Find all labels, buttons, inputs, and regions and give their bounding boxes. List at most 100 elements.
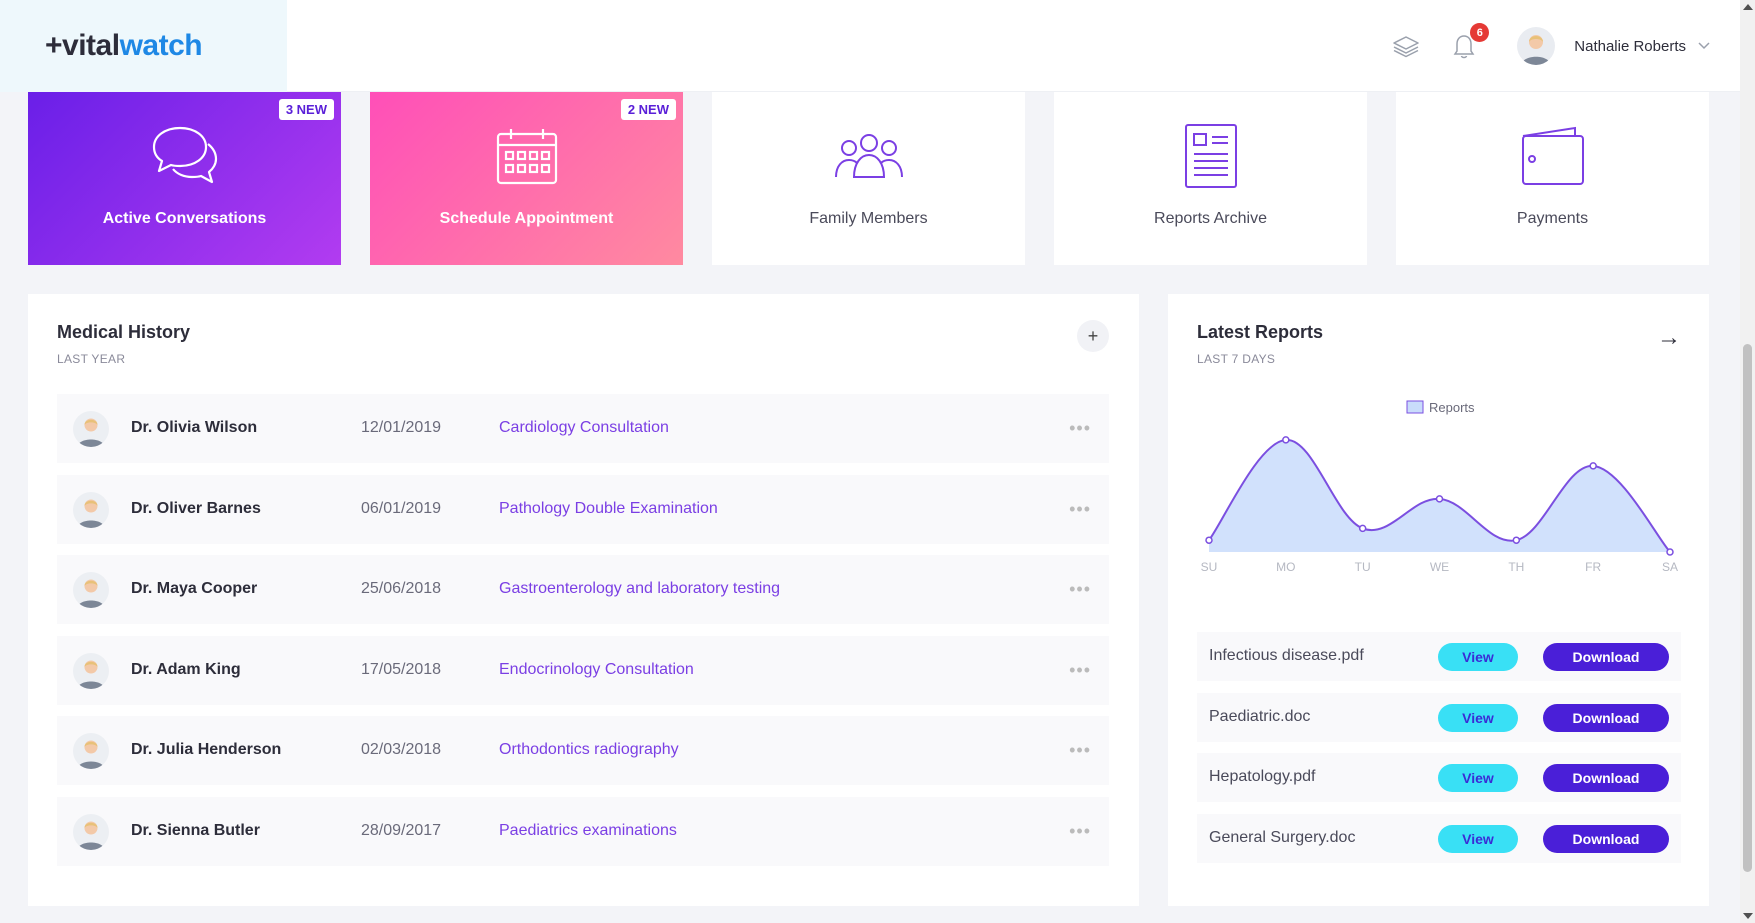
more-options-icon[interactable]: ••• (1069, 418, 1091, 439)
doctor-name: Dr. Maya Cooper (131, 580, 258, 597)
report-filename: Paediatric.doc (1209, 707, 1311, 725)
logo-watch: watch (119, 29, 203, 62)
history-row[interactable]: Dr. Sienna Butler 28/09/2017 Paediatrics e… (57, 796, 1109, 866)
tile-family-members[interactable]: Family Members (712, 92, 1025, 265)
view-button[interactable]: View (1438, 643, 1518, 671)
x-tick-label: TU (1355, 560, 1371, 574)
visit-description-link[interactable]: Paediatrics examinations (499, 822, 677, 840)
doctor-avatar (73, 491, 109, 528)
doctor-avatar (73, 572, 109, 608)
header-actions: 6 Nathalie Roberts (1391, 0, 1710, 92)
download-button[interactable]: Download (1543, 764, 1669, 792)
legend-swatch (1406, 400, 1424, 414)
logo-plus: + (45, 29, 63, 62)
doctor-avatar (73, 813, 109, 850)
scroll-thumb[interactable] (1743, 344, 1752, 872)
data-point-su[interactable] (1205, 536, 1213, 544)
visit-date: 12/01/2019 (361, 419, 442, 436)
data-point-fr[interactable] (1589, 462, 1597, 470)
data-point-th[interactable] (1512, 536, 1521, 544)
scroll-up-arrow[interactable] (1743, 4, 1753, 10)
history-row[interactable]: Dr. Olivia Wilson 12/01/2019 Cardiology Co… (57, 394, 1109, 463)
reports-chart: Reports SU MO TU WE TH FR SA (1197, 392, 1682, 574)
history-row[interactable]: Dr. Maya Cooper 25/06/2018 Gastroenterolog… (57, 555, 1109, 624)
logo-vital: vital (62, 29, 120, 62)
logo-area[interactable]: +vitalwatch (0, 0, 287, 92)
visit-description-link[interactable]: Endocrinology Consultation (499, 661, 694, 679)
report-filename: Infectious disease.pdf (1209, 647, 1364, 664)
scroll-down-arrow[interactable] (1743, 913, 1753, 919)
card-title: Latest Reports (1197, 322, 1324, 342)
users-group-icon (834, 123, 904, 189)
view-button[interactable]: View (1438, 764, 1518, 792)
card-title: Medical History (57, 322, 191, 342)
view-button[interactable]: View (1438, 703, 1518, 732)
visit-date: 28/09/2017 (361, 821, 442, 839)
data-point-tu[interactable] (1358, 524, 1367, 533)
bell-icon[interactable]: 6 (1449, 23, 1490, 61)
history-row[interactable]: Dr. Oliver Barnes 06/01/2019 Pathology Dou… (57, 474, 1109, 544)
calendar-icon (495, 123, 559, 189)
medical-history-card: Medical History LAST YEAR + Dr. Olivia W… (28, 294, 1139, 906)
doctor-name: Dr. Oliver Barnes (131, 499, 261, 517)
document-icon (1184, 123, 1238, 189)
x-tick-label: SU (1201, 560, 1218, 574)
report-row: Hepatology.pdf View Download (1197, 753, 1681, 802)
doctor-name: Dr. Julia Henderson (131, 741, 282, 758)
top-header: +vitalwatch 6 Nathalie Roberts (0, 0, 1740, 92)
doctor-avatar (73, 733, 109, 769)
download-button[interactable]: Download (1543, 703, 1669, 732)
tile-reports-archive[interactable]: Reports Archive (1054, 92, 1367, 265)
data-point-sa[interactable] (1666, 548, 1674, 556)
more-options-icon[interactable]: ••• (1069, 579, 1091, 600)
x-tick-label: SA (1662, 560, 1678, 574)
visit-date: 17/05/2018 (361, 660, 442, 678)
data-point-we[interactable] (1435, 495, 1444, 503)
download-button[interactable]: Download (1543, 643, 1669, 671)
more-options-icon[interactable]: ••• (1069, 740, 1091, 761)
data-point-mo[interactable] (1282, 436, 1290, 444)
tile-payments[interactable]: Payments (1396, 92, 1709, 265)
doctor-avatar (73, 411, 109, 447)
x-tick-label: WE (1430, 560, 1449, 574)
tile-label: Active Conversations (102, 210, 267, 227)
notification-badge: 6 (1470, 23, 1490, 42)
doctor-avatar (73, 652, 109, 689)
visit-date: 02/03/2018 (361, 741, 442, 758)
download-button[interactable]: Download (1543, 824, 1669, 853)
report-filename: Hepatology.pdf (1209, 768, 1316, 785)
tile-label: Reports Archive (1154, 210, 1267, 227)
more-options-icon[interactable]: ••• (1069, 660, 1091, 681)
x-tick-label: MO (1276, 560, 1295, 574)
visit-date: 25/06/2018 (361, 580, 442, 597)
user-avatar[interactable] (1517, 27, 1556, 65)
x-tick-label: TH (1508, 560, 1524, 574)
report-row: Infectious disease.pdf View Download (1197, 632, 1681, 681)
tile-label: Schedule Appointment (439, 210, 614, 227)
arrow-right-icon[interactable]: → (1657, 324, 1681, 352)
visit-description-link[interactable]: Cardiology Consultation (499, 419, 669, 437)
tile-schedule-appointment[interactable]: 2 NEW Schedule Appointment (370, 92, 683, 265)
tile-active-conversations[interactable]: 3 NEW Active Conversations (28, 92, 341, 265)
vitalwatch-logo[interactable]: +vitalwatch (45, 29, 203, 63)
history-row[interactable]: Dr. Julia Henderson 02/03/2018 Orthodontic… (57, 716, 1109, 785)
report-row: General Surgery.doc View Download (1197, 813, 1681, 863)
chevron-down-icon[interactable] (1698, 37, 1710, 55)
visit-description-link[interactable]: Pathology Double Examination (499, 500, 718, 518)
tile-label: Payments (1516, 210, 1589, 227)
wallet-icon (1519, 123, 1587, 189)
page-scrollbar[interactable] (1740, 0, 1755, 923)
layers-icon[interactable] (1391, 31, 1421, 61)
more-options-icon[interactable]: ••• (1069, 821, 1091, 842)
history-row[interactable]: Dr. Adam King 17/05/2018 Endocrinology Con… (57, 635, 1109, 705)
card-subtitle: LAST 7 DAYS (1197, 352, 1276, 366)
latest-reports-card: Latest Reports LAST 7 DAYS → Reports SU MO… (1168, 294, 1709, 906)
visit-description-link[interactable]: Gastroenterology and laboratory testing (499, 580, 780, 598)
new-badge: 3 NEW (278, 99, 334, 120)
visit-description-link[interactable]: Orthodontics radiography (499, 741, 679, 759)
user-name[interactable]: Nathalie Roberts (1574, 38, 1686, 55)
more-options-icon[interactable]: ••• (1069, 499, 1091, 520)
doctor-name: Dr. Sienna Butler (131, 821, 260, 839)
view-button[interactable]: View (1438, 824, 1518, 853)
add-history-button[interactable]: + (1077, 320, 1109, 352)
